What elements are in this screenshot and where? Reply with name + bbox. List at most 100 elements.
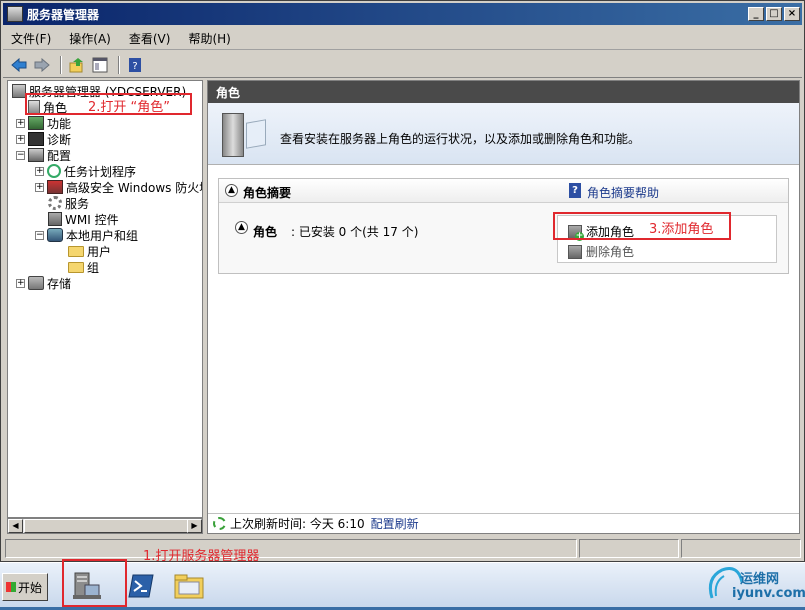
- taskbar-explorer[interactable]: [170, 569, 208, 603]
- help-icon: ?: [569, 183, 581, 198]
- show-hide-tree-icon[interactable]: [90, 55, 110, 75]
- tree-item-label: 高级安全 Windows 防火墙: [66, 180, 203, 195]
- tree-item-label: 用户: [87, 244, 112, 259]
- storage-icon: [28, 276, 44, 290]
- scroll-right-icon[interactable]: ▶: [187, 519, 202, 533]
- annotation-step2: 2.打开 “角色”: [88, 100, 171, 115]
- remove-roles-label: 删除角色: [586, 245, 635, 259]
- tree-item-label: 服务: [65, 196, 90, 211]
- expand-icon[interactable]: +: [35, 182, 44, 192]
- annotation-box-taskbar: [62, 559, 127, 607]
- services-gear-icon: [48, 196, 62, 210]
- tree-item-storage[interactable]: + 存储: [16, 275, 71, 291]
- users-group-icon: [47, 228, 63, 242]
- back-icon[interactable]: [9, 55, 29, 75]
- remove-roles-link[interactable]: 删除角色: [568, 243, 634, 260]
- collapse-icon[interactable]: −: [16, 150, 25, 160]
- roles-summary-header: ▲ 角色摘要 ? 角色摘要帮助: [219, 179, 788, 203]
- server-manager-window: 服务器管理器 _ □ × 文件(F) 操作(A) 查看(V) 帮助(H) ? 服…: [0, 0, 805, 562]
- refresh-icon: [213, 517, 226, 530]
- folder-explorer-icon: [174, 574, 204, 599]
- windows-logo-icon: [6, 582, 16, 592]
- refresh-bar: 上次刷新时间: 今天 6:10 配置刷新: [208, 513, 799, 533]
- tree-item-services[interactable]: 服务: [48, 195, 89, 211]
- folder-icon: [68, 245, 84, 257]
- collapse-section-icon[interactable]: ▲: [225, 184, 238, 197]
- logo-url: iyunv.com: [732, 586, 805, 601]
- forward-icon[interactable]: [32, 55, 52, 75]
- collapse-icon[interactable]: −: [35, 230, 44, 240]
- wmi-icon: [48, 212, 62, 226]
- expand-icon[interactable]: +: [16, 278, 25, 288]
- status-bar: [5, 539, 802, 559]
- help-icon[interactable]: ?: [125, 55, 145, 75]
- expand-icon[interactable]: +: [35, 166, 44, 176]
- window-title: 服务器管理器: [27, 7, 100, 22]
- tree-item-firewall[interactable]: + 高级安全 Windows 防火墙: [35, 179, 203, 195]
- tree-item-wmi[interactable]: WMI 控件: [48, 211, 119, 227]
- tree-item-label: 功能: [47, 116, 72, 131]
- tree-item-label: 存储: [47, 276, 72, 291]
- server-manager-icon: [7, 6, 23, 22]
- content-pane: 角色 查看安装在服务器上角色的运行状况，以及添加或删除角色和功能。 ▲ 角色摘要…: [207, 80, 800, 534]
- intro-text: 查看安装在服务器上角色的运行状况，以及添加或删除角色和功能。: [280, 132, 641, 146]
- diagnostics-icon: [28, 132, 44, 146]
- maximize-button[interactable]: □: [766, 7, 782, 21]
- navigation-tree: 服务器管理器 (YDCSERVER) 角色 + 功能 + 诊断 − 配置 + 任…: [7, 80, 203, 518]
- folder-icon: [68, 261, 84, 273]
- tree-item-configuration[interactable]: − 配置: [16, 147, 71, 163]
- tree-item-local-users[interactable]: − 本地用户和组: [35, 227, 138, 243]
- annotation-step3: 3.添加角色: [649, 222, 714, 237]
- firewall-icon: [47, 180, 63, 194]
- menu-action[interactable]: 操作(A): [69, 30, 111, 47]
- scroll-thumb[interactable]: [24, 519, 189, 533]
- tree-item-label: 任务计划程序: [64, 164, 137, 179]
- menu-file[interactable]: 文件(F): [11, 30, 51, 47]
- tree-item-users[interactable]: 用户: [68, 243, 111, 259]
- tree-horizontal-scrollbar[interactable]: ◀ ▶: [7, 518, 203, 534]
- scroll-left-icon[interactable]: ◀: [8, 519, 23, 533]
- tree-item-groups[interactable]: 组: [68, 259, 99, 275]
- site-logo: 运维网 iyunv.com: [702, 562, 805, 607]
- start-label: 开始: [18, 580, 43, 595]
- remove-roles-icon: [568, 244, 582, 259]
- tree-item-label: 本地用户和组: [66, 228, 139, 243]
- document-icon: [246, 119, 266, 149]
- svg-text:?: ?: [132, 61, 137, 72]
- collapse-roles-icon[interactable]: ▲: [235, 221, 248, 234]
- summary-title: 角色摘要: [243, 186, 292, 200]
- toolbar: ?: [3, 52, 802, 78]
- clock-icon: [47, 164, 61, 178]
- minimize-button[interactable]: _: [748, 7, 764, 21]
- roles-summary-help-link[interactable]: 角色摘要帮助: [587, 184, 659, 201]
- tree-item-task-scheduler[interactable]: + 任务计划程序: [35, 163, 136, 179]
- title-bar[interactable]: 服务器管理器 _ □ ×: [3, 3, 802, 25]
- server-icon: [12, 84, 26, 98]
- last-refresh-text: 上次刷新时间: 今天 6:10: [230, 517, 365, 531]
- configure-refresh-link[interactable]: 配置刷新: [371, 515, 419, 532]
- tree-item-label: 配置: [47, 148, 72, 163]
- tree-item-label: 组: [87, 260, 100, 275]
- up-icon[interactable]: [67, 55, 87, 75]
- expand-icon[interactable]: +: [16, 134, 25, 144]
- features-icon: [28, 116, 44, 130]
- menu-view[interactable]: 查看(V): [129, 30, 171, 47]
- taskbar-powershell[interactable]: [122, 569, 160, 603]
- expand-icon[interactable]: +: [16, 118, 25, 128]
- status-pane: [681, 539, 801, 558]
- close-button[interactable]: ×: [784, 7, 800, 21]
- powershell-icon: [128, 574, 154, 598]
- content-header: 角色: [208, 81, 799, 103]
- server-roles-icon: [222, 113, 244, 157]
- toolbar-separator: [60, 55, 62, 74]
- status-pane: [5, 539, 577, 558]
- toolbar-separator: [118, 55, 120, 74]
- menu-bar: 文件(F) 操作(A) 查看(V) 帮助(H): [3, 28, 802, 50]
- tree-item-diagnostics[interactable]: + 诊断: [16, 131, 71, 147]
- menu-help[interactable]: 帮助(H): [188, 30, 230, 47]
- logo-name: 运维网: [740, 572, 780, 587]
- tree-item-features[interactable]: + 功能: [16, 115, 71, 131]
- start-button[interactable]: 开始: [2, 573, 48, 601]
- configuration-icon: [28, 148, 44, 162]
- roles-installed-status: : 已安装 0 个(共 17 个): [291, 225, 419, 239]
